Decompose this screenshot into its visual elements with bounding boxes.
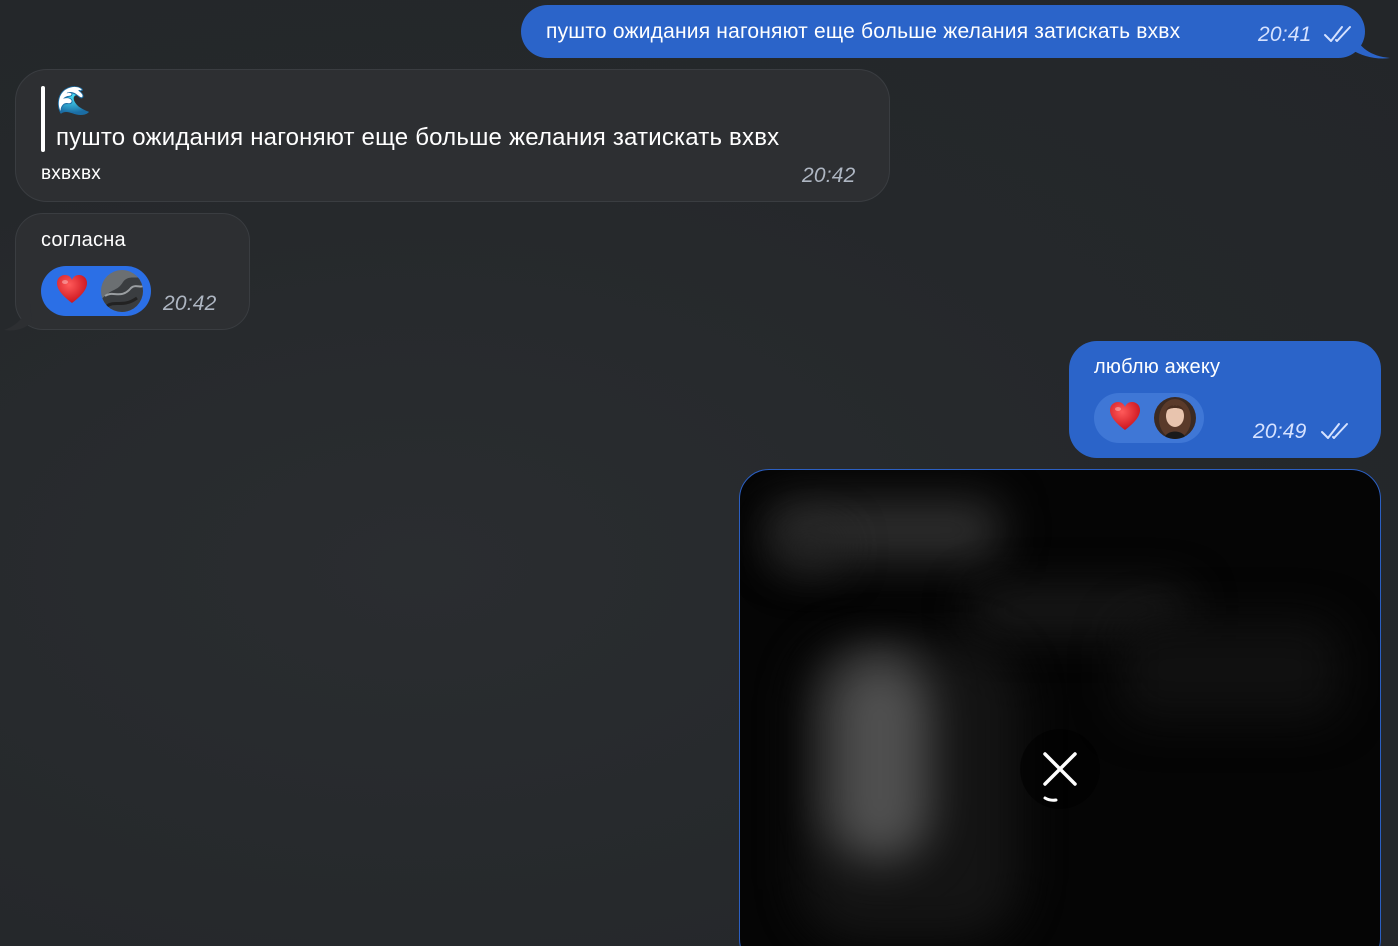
heart-icon: [1108, 400, 1142, 440]
bubble-tail: [1352, 32, 1390, 59]
media-message[interactable]: [739, 469, 1381, 946]
incoming-message[interactable]: 🌊 пушто ожидания нагоняют еще больше жел…: [15, 69, 890, 202]
message-time: 20:49: [1253, 420, 1307, 443]
double-check-icon: [1323, 24, 1353, 50]
reaction-chip[interactable]: [41, 266, 151, 316]
message-time: 20:42: [802, 164, 856, 187]
double-check-icon: [1320, 421, 1350, 447]
avatar: [101, 270, 143, 312]
message-text: пушто ожидания нагоняют еще больше желан…: [546, 20, 1181, 43]
bubble-tail: [4, 304, 32, 331]
outgoing-message[interactable]: пушто ожидания нагоняют еще больше желан…: [521, 5, 1365, 58]
incoming-message[interactable]: согласна 20:42: [15, 213, 250, 330]
message-text: вхвхвх: [41, 163, 101, 184]
outgoing-message[interactable]: люблю ажеку 20:49: [1069, 341, 1381, 458]
avatar: [1154, 397, 1196, 439]
message-time: 20:41: [1258, 23, 1312, 46]
reaction-chip[interactable]: [1094, 393, 1204, 443]
message-text: согласна: [41, 229, 126, 251]
close-icon: [1043, 752, 1077, 802]
chat-view[interactable]: пушто ожидания нагоняют еще больше желан…: [0, 0, 1398, 946]
reply-quote-text: пушто ожидания нагоняют еще больше желан…: [56, 124, 780, 151]
message-text: люблю ажеку: [1094, 356, 1221, 378]
wave-emoji: 🌊: [56, 85, 92, 116]
heart-icon: [55, 273, 89, 313]
reply-quote-bar: [41, 86, 45, 152]
cancel-download-button[interactable]: [1020, 729, 1100, 809]
message-time: 20:42: [163, 292, 217, 315]
